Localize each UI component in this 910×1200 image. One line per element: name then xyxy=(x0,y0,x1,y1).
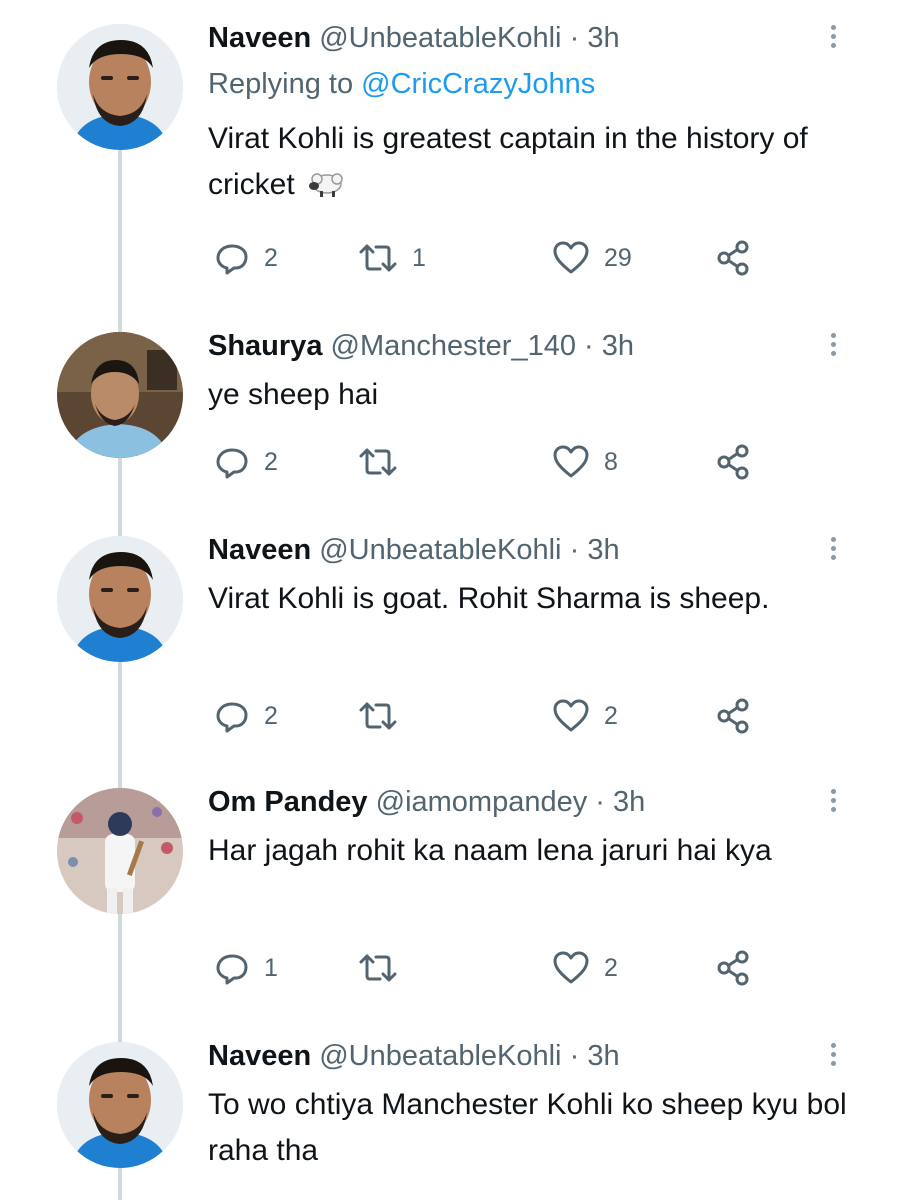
tweet-header: Shaurya @Manchester_140 · 3h xyxy=(208,326,634,366)
reply-icon xyxy=(216,244,248,275)
retweet-button[interactable] xyxy=(358,442,398,482)
user-handle[interactable]: @UnbeatableKohli xyxy=(319,534,561,566)
reply-thread: Naveen @UnbeatableKohli · 3h Replying to… xyxy=(0,0,910,1200)
separator-dot: · xyxy=(569,22,580,54)
like-button[interactable]: 2 xyxy=(552,948,618,988)
separator-dot: · xyxy=(595,786,605,818)
share-icon xyxy=(717,950,749,986)
retweet-button[interactable] xyxy=(358,696,398,736)
tweet-text-content: To wo chtiya Manchester Kohli ko sheep k… xyxy=(208,1088,847,1167)
timestamp[interactable]: 3h xyxy=(587,22,619,54)
sheep-emoji-icon xyxy=(309,173,343,197)
tweet-header: Om Pandey @iamompandey · 3h xyxy=(208,782,645,822)
separator-dot: · xyxy=(569,534,580,566)
tweet-text: To wo chtiya Manchester Kohli ko sheep k… xyxy=(208,1082,848,1174)
share-icon xyxy=(717,444,749,480)
heart-icon xyxy=(553,699,589,732)
user-handle[interactable]: @Manchester_140 xyxy=(331,330,576,362)
retweet-count: 1 xyxy=(412,243,426,272)
more-options-icon[interactable] xyxy=(826,1040,840,1074)
reply-button[interactable]: 2 xyxy=(214,442,278,482)
like-count: 29 xyxy=(604,243,632,272)
tweet-header: Naveen @UnbeatableKohli · 3h xyxy=(208,530,620,570)
tweet-text: Virat Kohli is greatest captain in the h… xyxy=(208,116,848,208)
avatar[interactable] xyxy=(57,24,183,150)
retweet-icon xyxy=(359,954,397,982)
share-icon xyxy=(717,240,749,276)
reply-count: 2 xyxy=(264,447,278,476)
tweet-text-content: Virat Kohli is goat. Rohit Sharma is she… xyxy=(208,582,770,615)
reply-button[interactable]: 2 xyxy=(214,696,278,736)
retweet-button[interactable] xyxy=(358,948,398,988)
tweet-actions: 2 2 xyxy=(208,696,768,736)
display-name[interactable]: Naveen xyxy=(208,1040,311,1072)
tweet-text-content: Virat Kohli is greatest captain in the h… xyxy=(208,122,808,201)
heart-icon xyxy=(553,951,589,984)
like-count: 8 xyxy=(604,447,618,476)
reply-button[interactable]: 1 xyxy=(214,948,278,988)
timestamp[interactable]: 3h xyxy=(587,534,619,566)
separator-dot: · xyxy=(569,1040,580,1072)
timestamp[interactable]: 3h xyxy=(613,786,645,818)
replying-to-label: Replying to xyxy=(208,68,354,100)
display-name[interactable]: Naveen xyxy=(208,534,311,566)
share-icon xyxy=(717,698,749,734)
user-handle[interactable]: @iamompandey xyxy=(376,786,588,818)
tweet-text-content: Har jagah rohit ka naam lena jaruri hai … xyxy=(208,834,772,867)
avatar[interactable] xyxy=(57,1042,183,1168)
tweet-actions: 2 8 xyxy=(208,442,768,482)
heart-icon xyxy=(553,241,589,274)
tweet-actions: 2 1 29 xyxy=(208,238,768,278)
reply-count: 1 xyxy=(264,953,278,982)
reply-icon xyxy=(216,702,248,733)
display-name[interactable]: Naveen xyxy=(208,22,311,54)
replying-to: Replying to @CricCrazyJohns xyxy=(208,64,595,104)
tweet-text-content: ye sheep hai xyxy=(208,378,379,411)
user-handle[interactable]: @UnbeatableKohli xyxy=(319,1040,561,1072)
more-options-icon[interactable] xyxy=(826,330,840,364)
more-options-icon[interactable] xyxy=(826,786,840,820)
like-button[interactable]: 8 xyxy=(552,442,618,482)
more-options-icon[interactable] xyxy=(826,534,840,568)
like-count: 2 xyxy=(604,701,618,730)
reply-icon xyxy=(216,448,248,479)
share-button[interactable] xyxy=(716,948,752,988)
retweet-icon xyxy=(359,244,397,272)
timestamp[interactable]: 3h xyxy=(602,330,634,362)
share-button[interactable] xyxy=(716,696,752,736)
reply-button[interactable]: 2 xyxy=(214,238,278,278)
avatar[interactable] xyxy=(57,788,183,914)
like-button[interactable]: 2 xyxy=(552,696,618,736)
avatar[interactable] xyxy=(57,536,183,662)
reply-count: 2 xyxy=(264,243,278,272)
user-handle[interactable]: @UnbeatableKohli xyxy=(319,22,561,54)
share-button[interactable] xyxy=(716,442,752,482)
retweet-button[interactable]: 1 xyxy=(358,238,426,278)
timestamp[interactable]: 3h xyxy=(587,1040,619,1072)
separator-dot: · xyxy=(584,330,594,362)
tweet-header: Naveen @UnbeatableKohli · 3h xyxy=(208,1036,620,1076)
tweet-text: Har jagah rohit ka naam lena jaruri hai … xyxy=(208,828,848,874)
avatar[interactable] xyxy=(57,332,183,458)
tweet-text: Virat Kohli is goat. Rohit Sharma is she… xyxy=(208,576,848,622)
tweet-header: Naveen @UnbeatableKohli · 3h xyxy=(208,18,620,58)
reply-icon xyxy=(216,954,248,985)
reply-count: 2 xyxy=(264,701,278,730)
display-name[interactable]: Om Pandey xyxy=(208,786,368,818)
tweet-text: ye sheep hai xyxy=(208,372,848,418)
share-button[interactable] xyxy=(716,238,752,278)
retweet-icon xyxy=(359,448,397,476)
like-count: 2 xyxy=(604,953,618,982)
display-name[interactable]: Shaurya xyxy=(208,330,322,362)
tweet-actions: 1 2 xyxy=(208,948,768,988)
like-button[interactable]: 29 xyxy=(552,238,632,278)
replying-to-mention[interactable]: @CricCrazyJohns xyxy=(361,68,595,100)
heart-icon xyxy=(553,445,589,478)
more-options-icon[interactable] xyxy=(826,22,840,56)
retweet-icon xyxy=(359,702,397,730)
